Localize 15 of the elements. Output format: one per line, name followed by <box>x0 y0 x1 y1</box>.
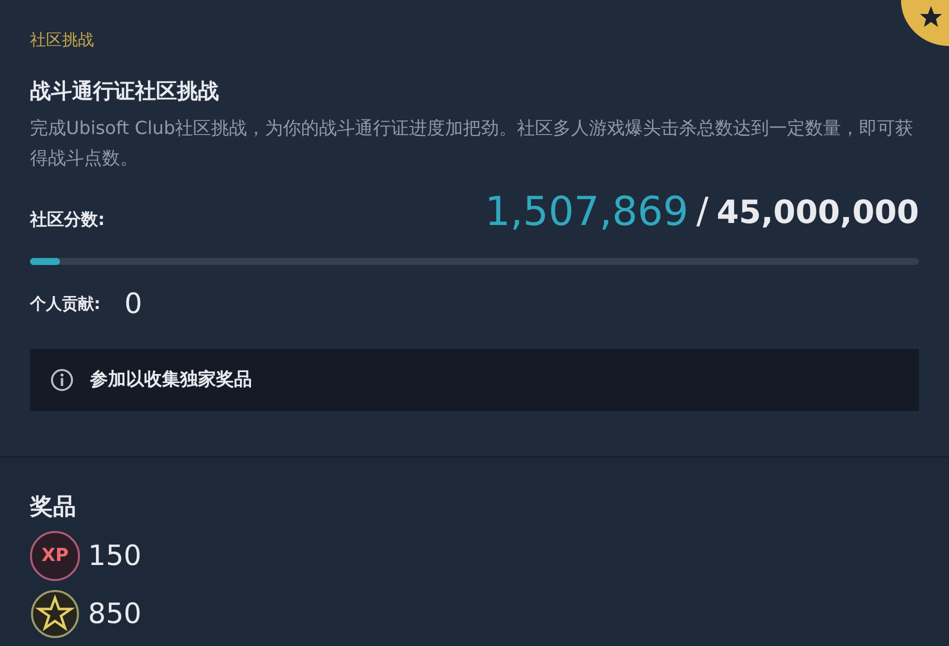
personal-label: 个人贡献: <box>30 292 100 314</box>
score-separator: / <box>696 190 709 234</box>
challenge-title: 战斗通行证社区挑战 <box>30 78 220 105</box>
current-score: 1,507,869 <box>484 188 688 236</box>
info-icon <box>50 368 74 392</box>
challenge-description: 完成Ubisoft Club社区挑战，为你的战斗通行证进度加把劲。社区多人游戏爆头击杀总数达到一定数量，即可获得战斗点数。 <box>30 116 914 170</box>
score-label: 社区分数: <box>30 209 105 232</box>
target-score: 45,000,000 <box>716 192 919 232</box>
rewards-heading: 奖品 <box>30 493 77 522</box>
reward-amount: 850 <box>88 596 142 632</box>
reward-amount: 150 <box>88 538 142 574</box>
category-label: 社区挑战 <box>30 29 95 51</box>
notice-text: 参加以收集独家奖品 <box>90 368 252 392</box>
personal-value: 0 <box>124 286 142 322</box>
xp-badge: XP <box>30 530 80 580</box>
